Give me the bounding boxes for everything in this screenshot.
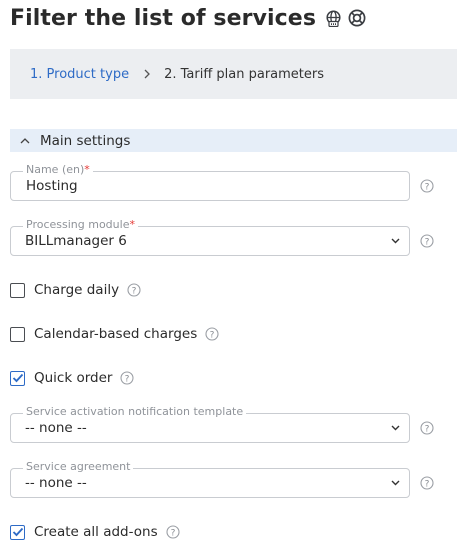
service-agreement-select[interactable]: Service agreement -- none -- xyxy=(10,460,410,498)
calendar-charges-row: Calendar-based charges ? xyxy=(10,325,219,343)
svg-text:?: ? xyxy=(125,374,130,384)
step-product-type[interactable]: 1. Product type xyxy=(30,67,129,82)
create-addons-row: Create all add-ons ? xyxy=(10,523,180,541)
checkmark-icon xyxy=(12,373,23,383)
lifebuoy-help-icon[interactable] xyxy=(348,9,366,27)
help-icon[interactable]: ? xyxy=(205,327,219,341)
globe-network-icon[interactable] xyxy=(324,9,342,27)
chevron-down-icon xyxy=(391,480,400,486)
quick-order-label[interactable]: Quick order xyxy=(34,370,112,386)
quick-order-row: Quick order ? xyxy=(10,369,135,387)
charge-daily-row: Charge daily ? xyxy=(10,281,141,299)
svg-text:?: ? xyxy=(132,286,137,296)
help-icon[interactable]: ? xyxy=(420,179,434,193)
help-icon[interactable]: ? xyxy=(120,371,135,385)
processing-module-label: Processing module* xyxy=(23,218,138,232)
processing-module-value: BILLmanager 6 xyxy=(25,233,127,249)
checkmark-icon xyxy=(12,527,23,537)
notification-template-value: -- none -- xyxy=(25,420,87,436)
title-row: Filter the list of services xyxy=(10,2,366,34)
service-agreement-value: -- none -- xyxy=(25,475,87,491)
processing-module-select[interactable]: Processing module* BILLmanager 6 xyxy=(10,218,410,256)
svg-text:?: ? xyxy=(425,424,430,434)
quick-order-checkbox[interactable] xyxy=(10,370,25,386)
svg-text:?: ? xyxy=(170,528,175,538)
name-field[interactable]: Name (en)* Hosting xyxy=(10,163,410,201)
help-icon[interactable]: ? xyxy=(166,525,180,539)
step-tariff-plan-parameters: 2. Tariff plan parameters xyxy=(164,66,325,82)
section-title: Main settings xyxy=(40,132,131,149)
required-mark: * xyxy=(129,218,135,231)
create-addons-checkbox[interactable] xyxy=(10,524,25,540)
chevron-down-icon xyxy=(391,425,400,431)
notification-template-label: Service activation notification template xyxy=(23,405,247,419)
svg-text:?: ? xyxy=(425,182,430,192)
help-icon[interactable]: ? xyxy=(127,283,141,297)
name-field-label: Name (en)* xyxy=(23,163,93,177)
chevron-up-icon xyxy=(20,137,30,144)
help-icon[interactable]: ? xyxy=(420,234,434,248)
service-agreement-label: Service agreement xyxy=(23,460,134,474)
create-addons-label[interactable]: Create all add-ons xyxy=(34,524,158,540)
calendar-charges-label[interactable]: Calendar-based charges xyxy=(34,326,197,342)
calendar-charges-checkbox[interactable] xyxy=(10,326,25,342)
help-icon[interactable]: ? xyxy=(420,476,434,490)
svg-text:?: ? xyxy=(210,330,215,340)
charge-daily-label[interactable]: Charge daily xyxy=(34,282,119,298)
wizard-steps: 1. Product type 2. Tariff plan parameter… xyxy=(10,49,457,99)
svg-text:?: ? xyxy=(425,237,430,247)
chevron-right-icon xyxy=(143,69,151,79)
charge-daily-checkbox[interactable] xyxy=(10,282,25,298)
help-icon[interactable]: ? xyxy=(420,421,434,435)
notification-template-select[interactable]: Service activation notification template… xyxy=(10,405,410,443)
name-input-value[interactable]: Hosting xyxy=(26,178,78,194)
main-settings-section-toggle[interactable]: Main settings xyxy=(10,129,457,152)
chevron-down-icon xyxy=(391,238,400,244)
page-title: Filter the list of services xyxy=(10,5,317,31)
svg-text:?: ? xyxy=(425,479,430,489)
required-mark: * xyxy=(84,163,90,176)
